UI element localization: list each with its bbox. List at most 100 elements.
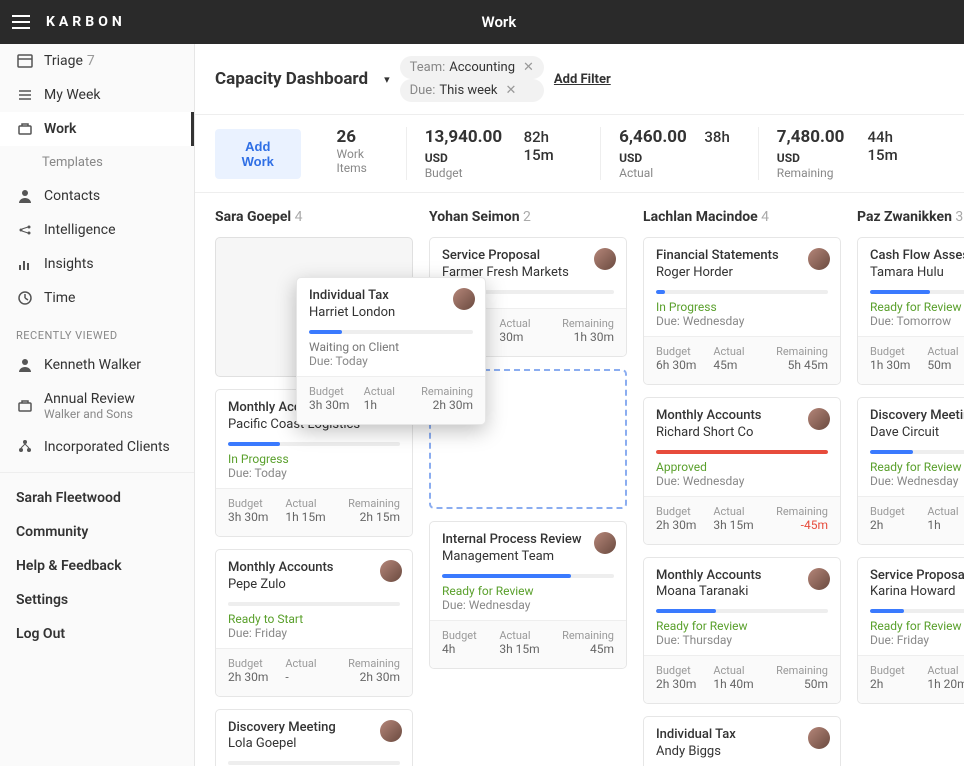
work-icon (16, 398, 34, 414)
sidebar-footer-sarah-fleetwood[interactable]: Sarah Fleetwood (0, 481, 194, 515)
card-client: Harriet London (309, 305, 473, 322)
column-header: Paz Zwanikken 3 (857, 209, 964, 225)
work-card[interactable]: Monthly AccountsPepe ZuloReady to StartD… (215, 549, 413, 697)
week-icon (16, 87, 34, 103)
dragging-card[interactable]: Individual Tax Harriet London Waiting on… (296, 277, 486, 425)
metric-label-remaining: Remaining (771, 664, 828, 677)
menu-icon[interactable] (12, 15, 30, 29)
sidebar-item-label: Time (44, 290, 75, 306)
page-title: Work (126, 13, 872, 31)
stat-value: 26 (337, 127, 357, 147)
sidebar-footer-help-feedback[interactable]: Help & Feedback (0, 549, 194, 583)
metric-value-budget: 1h 30m (870, 358, 927, 372)
card-title: Monthly Accounts (656, 568, 828, 585)
time-icon (16, 290, 34, 306)
sidebar-item-my-week[interactable]: My Week (0, 78, 194, 112)
insights-icon (16, 256, 34, 272)
card-title: Service Proposal (442, 248, 614, 265)
card-client: Pepe Zulo (228, 577, 400, 594)
sidebar-item-label: Intelligence (44, 222, 116, 238)
recent-item[interactable]: Incorporated Clients (0, 430, 194, 464)
metric-label-budget: Budget (656, 505, 713, 518)
close-icon[interactable]: ✕ (523, 60, 534, 75)
sidebar: Triage7 My Week WorkTemplatesContacts Intel… (0, 44, 195, 766)
work-card[interactable]: Individual TaxAndy BiggsOn HoldDue: Frid… (643, 716, 841, 766)
work-card[interactable]: Service ProposalKarina HowardReady for R… (857, 557, 964, 705)
dashboard-header: Capacity Dashboard ▾ Team:Accounting✕ Du… (195, 44, 964, 115)
card-title: Service Proposal (870, 568, 964, 585)
metric-label-actual: Actual (713, 664, 770, 677)
filter-value: Accounting (449, 60, 515, 75)
recent-item-sub: Walker and Sons (44, 407, 135, 421)
card-status: In Progress (228, 452, 400, 466)
work-icon (16, 121, 34, 137)
card-due: Due: Friday (228, 626, 400, 640)
metric-value-budget: 4h (442, 642, 499, 656)
sidebar-item-templates[interactable]: Templates (0, 146, 194, 179)
metric-label-budget: Budget (870, 345, 927, 358)
sidebar-item-work[interactable]: Work (0, 112, 194, 146)
card-client: Karina Howard (870, 584, 964, 601)
card-due: Due: Tomorrow (870, 314, 964, 328)
work-card[interactable]: Financial StatementsRoger HorderIn Progr… (643, 237, 841, 385)
sidebar-footer-log-out[interactable]: Log Out (0, 617, 194, 651)
card-status: Approved (656, 460, 828, 474)
filter-value: This week (439, 83, 497, 98)
stat-value: 7,480.00 (777, 127, 845, 147)
sidebar-item-contacts[interactable]: Contacts (0, 179, 194, 213)
card-due: Due: Wednesday (870, 474, 964, 488)
progress-bar (656, 450, 828, 454)
sidebar-item-intelligence[interactable]: Intelligence (0, 213, 194, 247)
sidebar-item-triage[interactable]: Triage7 (0, 44, 194, 78)
work-card[interactable]: Monthly AccountsMoana TaranakiReady for … (643, 557, 841, 705)
sidebar-footer-community[interactable]: Community (0, 515, 194, 549)
metric-value-budget: 3h 30m (228, 510, 285, 524)
stat-unit: USD (619, 151, 642, 165)
sidebar-item-insights[interactable]: Insights (0, 247, 194, 281)
metric-value-actual: 45m (713, 358, 770, 372)
recent-item[interactable]: Kenneth Walker (0, 348, 194, 382)
metric-value-actual: 3h 15m (713, 518, 770, 532)
stats-row: Add Work 26Work Items13,940.00 USD82h 15… (195, 115, 964, 193)
metric-label-actual: Actual (713, 345, 770, 358)
sidebar-item-label: My Week (44, 87, 100, 103)
metric-label-remaining: Remaining (771, 345, 828, 358)
add-filter-link[interactable]: Add Filter (554, 72, 611, 87)
progress-bar (442, 574, 614, 578)
sidebar-footer-settings[interactable]: Settings (0, 583, 194, 617)
metric-label-remaining: Remaining (771, 505, 828, 518)
metric-label-remaining: Remaining (343, 497, 400, 510)
metric-label-actual: Actual (285, 497, 342, 510)
sidebar-item-time[interactable]: Time (0, 281, 194, 315)
work-card[interactable]: Monthly AccountsRichard Short CoApproved… (643, 397, 841, 545)
stat-label: Budget (425, 166, 582, 180)
card-client: Lola Goepel (228, 736, 400, 753)
card-due: Due: Thursday (656, 633, 828, 647)
card-client: Richard Short Co (656, 425, 828, 442)
card-client: Roger Horder (656, 265, 828, 282)
stat-cell: 26Work Items (319, 127, 406, 180)
recent-item[interactable]: Annual ReviewWalker and Sons (0, 382, 194, 430)
card-status: Ready for Review (870, 460, 964, 474)
filter-pill[interactable]: Due:This week✕ (400, 79, 544, 102)
metric-value-remaining: 50m (771, 677, 828, 691)
add-work-button[interactable]: Add Work (215, 129, 301, 179)
work-card[interactable]: Cash Flow AssessmentTamara HuluReady for… (857, 237, 964, 385)
card-status: Ready to Start (228, 612, 400, 626)
avatar (808, 248, 830, 270)
metric-value-remaining: -45m (771, 518, 828, 532)
card-status: Ready for Review (870, 300, 964, 314)
contacts-icon (16, 188, 34, 204)
dashboard-title[interactable]: Capacity Dashboard (215, 69, 368, 89)
card-due: Due: Today (228, 466, 400, 480)
metric-value-actual: - (285, 670, 342, 684)
chevron-down-icon[interactable]: ▾ (384, 73, 390, 86)
work-card[interactable]: Internal Process ReviewManagement TeamRe… (429, 521, 627, 669)
close-icon[interactable]: ✕ (506, 83, 517, 98)
metric-value-actual: 50m (927, 358, 964, 372)
progress-bar (228, 442, 400, 446)
work-card[interactable]: Discovery MeetingLola GoepelPlannedDue: … (215, 709, 413, 766)
metric-value-remaining: 1h 30m (557, 330, 614, 344)
filter-pill[interactable]: Team:Accounting✕ (400, 56, 544, 79)
work-card[interactable]: Discovery MeetingDave CircuitReady for R… (857, 397, 964, 545)
